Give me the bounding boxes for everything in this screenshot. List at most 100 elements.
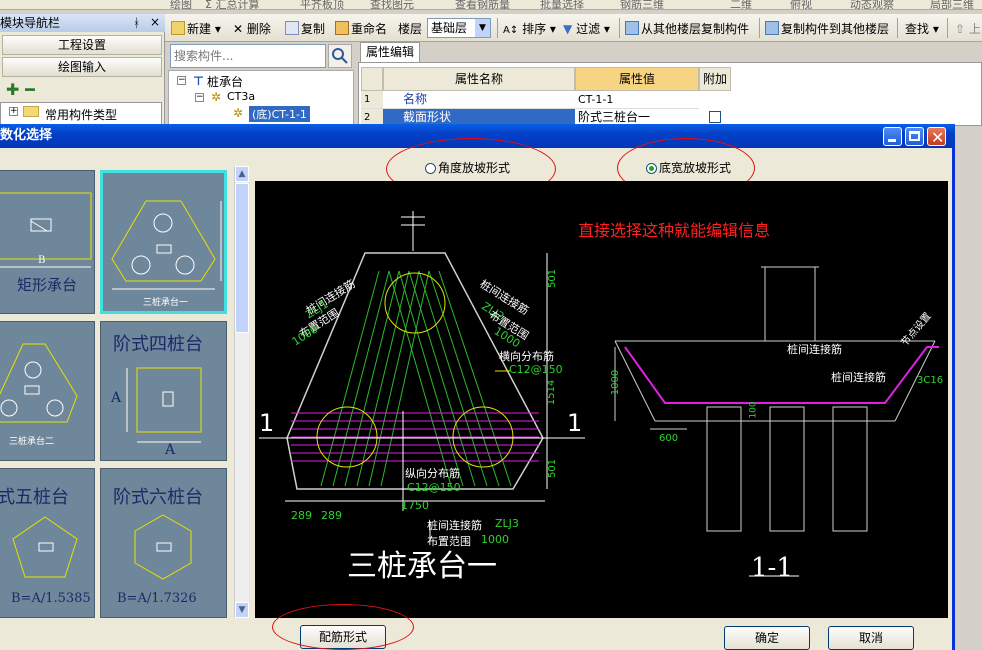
nav-title: 模块导航栏 [0, 16, 61, 30]
section-dim-600: 600 [659, 433, 679, 444]
tree-expand-icon[interactable]: + [9, 107, 18, 116]
topbar-item[interactable]: 平齐板顶 [300, 0, 344, 9]
copy-from-floor-button[interactable]: 从其他楼层复制构件 [625, 20, 749, 38]
dim-501-top: 501 [547, 268, 559, 289]
gear-icon: ✲ [211, 90, 222, 104]
floor-select[interactable]: 基础层 ▼ [427, 18, 491, 38]
maximize-button[interactable] [905, 127, 924, 146]
topbar-item[interactable]: Σ 汇总计算 [205, 0, 259, 9]
copy-button[interactable]: 复制 [285, 20, 325, 38]
shape-card-five-pile[interactable]: 式五桩台 B=A/1.5385 [0, 468, 95, 618]
dim-1514: 1514 [546, 379, 558, 406]
move-up-button[interactable]: ⇧ 上 [955, 20, 981, 38]
col-header-name[interactable]: 属性名称 [383, 67, 575, 91]
topbar-item[interactable]: 动态观察 [850, 0, 894, 9]
dim-289-a: 289 [291, 509, 312, 522]
col-header-extra[interactable]: 附加 [699, 67, 731, 91]
shape-card-six-pile[interactable]: 阶式六桩台 B=A/1.7326 [100, 468, 227, 618]
delete-button[interactable]: ✕ 删除 [233, 20, 271, 38]
component-toolbar: 新建 ▾ ✕ 删除 复制 重命名 楼层 基础层 ▼ A↕ 排序 ▾ ▼ 过滤 ▾ … [165, 14, 982, 42]
search-button[interactable] [328, 44, 352, 68]
expand-collapse-icon[interactable]: ✚ ━ [6, 80, 35, 99]
scroll-up-icon[interactable]: ▲ [235, 166, 249, 182]
rename-icon [335, 21, 349, 35]
search-input[interactable]: 搜索构件... [170, 44, 326, 68]
pin-icon[interactable]: ᚼ [133, 14, 140, 32]
topbar-item[interactable]: 查看钢筋量 [455, 0, 510, 9]
shape-card-rect[interactable]: B 矩形承台 [0, 170, 95, 314]
tab-property-edit[interactable]: 属性编辑 [360, 42, 420, 62]
tree-item-common[interactable]: 常用构件类型 [45, 106, 117, 123]
dim-501-bottom: 501 [547, 458, 559, 479]
topbar-item[interactable]: 俯视 [790, 0, 812, 9]
rename-button[interactable]: 重命名 [335, 20, 387, 38]
section-3c16: 3C16 [917, 375, 944, 386]
pile-cap-icon: ⊤ [193, 74, 204, 88]
vert-dist-code: C12@150 [407, 481, 461, 494]
copy-to-floor-button[interactable]: 复制构件到其他楼层 [765, 20, 889, 38]
topbar-item[interactable]: 查找图元 [370, 0, 414, 9]
topbar-item[interactable]: 绘图 [170, 0, 192, 9]
dim-1750: 1750 [401, 499, 429, 512]
section-dim-1000: 1000 [610, 369, 622, 396]
tree-collapse-icon[interactable]: − [195, 93, 204, 102]
tree-leaf-selected[interactable]: (底)CT-1-1 [249, 106, 310, 122]
ok-button[interactable]: 确定 [724, 626, 810, 650]
section-mark-left: 1 [259, 409, 275, 437]
card-sub: B [38, 255, 46, 266]
close-button[interactable]: ✕ [927, 127, 946, 147]
search-icon [332, 48, 348, 64]
cancel-button[interactable]: 取消 [828, 626, 914, 650]
folder-icon [23, 106, 39, 117]
close-icon[interactable]: × [150, 13, 160, 31]
topbar-item[interactable]: 局部三维 [930, 0, 974, 9]
gallery-scrollbar[interactable]: ▲ ▼ [234, 166, 249, 618]
vert-dist-label: 纵向分布筋 [405, 467, 460, 480]
tree-collapse-icon[interactable]: − [177, 76, 186, 85]
topbar-item[interactable]: 批量选择 [540, 0, 584, 9]
shape-card-four-pile[interactable]: 阶式四桩台 A A [100, 321, 227, 461]
draw-input-button[interactable]: 绘图输入 [2, 57, 162, 77]
floor-value: 基础层 [431, 21, 468, 35]
extra-checkbox[interactable] [709, 111, 721, 123]
shape-card-three-pile-1-selected[interactable]: 三桩承台一 [100, 170, 227, 314]
card-sub: B=A/1.7326 [117, 591, 197, 606]
find-button[interactable]: 查找 ▾ [905, 20, 939, 38]
sort-button[interactable]: A↕ 排序 ▾ [503, 20, 556, 38]
annotation-note: 直接选择这种就能编辑信息 [578, 221, 771, 240]
horiz-dist-code: C12@150 [509, 363, 563, 376]
filter-button[interactable]: ▼ 过滤 ▾ [563, 20, 610, 38]
prop-name: 名称 [383, 91, 575, 109]
shape-card-three-pile-2[interactable]: 三桩承台二 [0, 321, 95, 461]
card-sub-side: A [111, 390, 122, 406]
new-icon [171, 21, 185, 35]
nav-tree: + 常用构件类型 [0, 102, 162, 126]
floor-label: 楼层 [398, 22, 423, 36]
top-toolbar-strip: 绘图 Σ 汇总计算 平齐板顶 查找图元 查看钢筋量 批量选择 钢筋三维 二维 俯… [0, 0, 982, 10]
chevron-down-icon: ▼ [475, 19, 490, 37]
minimize-button[interactable] [883, 127, 902, 146]
zlj3-range-value: 1000 [481, 533, 509, 546]
shape-gallery: B 矩形承台 三桩承台一 三桩承台二 阶式四桩台 A A 式五桩台 B=A/1.… [0, 166, 232, 618]
card-title: 阶式四桩台 [113, 334, 203, 355]
new-button[interactable]: 新建 ▾ [171, 20, 221, 38]
module-nav-panel: 模块导航栏 ᚼ × 工程设置 绘图输入 ✚ ━ + 常用构件类型 [0, 14, 165, 126]
section-mark-right: 1 [567, 409, 583, 437]
card-sub: A [165, 442, 176, 458]
tree-root[interactable]: 桩承台 [207, 73, 243, 90]
row-number: 1 [361, 91, 383, 109]
tree-child[interactable]: CT3a [227, 90, 255, 103]
section-dim-100: 100 [748, 401, 759, 419]
rename-label: 重命名 [351, 22, 388, 36]
col-header-value[interactable]: 属性值 [575, 67, 699, 91]
scroll-down-icon[interactable]: ▼ [235, 602, 249, 618]
project-settings-button[interactable]: 工程设置 [2, 35, 162, 55]
copy-from-floor-icon [625, 21, 639, 35]
filter-icon: ▼ [563, 22, 573, 36]
scroll-thumb[interactable] [235, 183, 249, 333]
topbar-item[interactable]: 钢筋三维 [620, 0, 664, 9]
topbar-item[interactable]: 二维 [730, 0, 752, 9]
prop-value[interactable]: CT-1-1 [575, 91, 699, 109]
delete-label: 删除 [246, 22, 271, 36]
annotation-circle [272, 604, 414, 650]
